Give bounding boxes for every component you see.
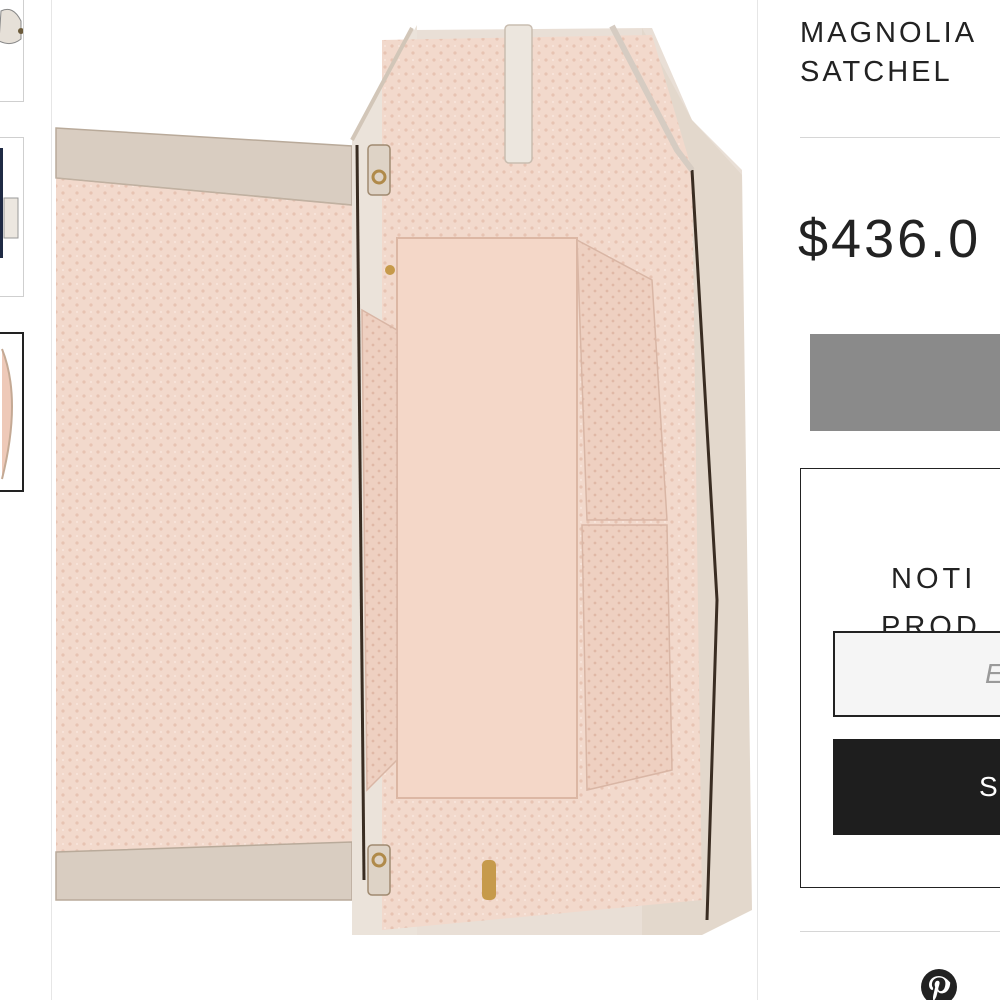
product-title: MAGNOLIA SATCHEL <box>800 17 978 88</box>
satchel-interior-image <box>52 0 757 1000</box>
main-product-image[interactable] <box>52 0 757 1000</box>
thumbnail-3[interactable] <box>0 332 24 492</box>
product-info-panel: MAGNOLIA SATCHEL $436.0 NOTI PROD S <box>758 0 1000 1000</box>
thumbnail-2-image <box>0 138 23 296</box>
thumbnail-2[interactable] <box>0 137 24 297</box>
add-to-cart-button[interactable] <box>810 334 1000 431</box>
divider <box>800 137 1000 138</box>
thumbnail-3-image <box>0 334 22 490</box>
subscribe-button[interactable]: S <box>833 739 1000 835</box>
email-input[interactable] <box>833 631 1000 717</box>
thumbnail-1-image <box>0 0 23 101</box>
thumbnail-strip <box>0 0 30 1000</box>
divider <box>800 931 1000 932</box>
pinterest-icon[interactable] <box>920 968 958 1000</box>
product-price: $436.0 <box>798 209 982 269</box>
notify-heading-line1: NOTI <box>891 563 977 595</box>
notify-me-box: NOTI PROD S <box>800 468 1000 888</box>
thumbnail-1[interactable] <box>0 0 24 102</box>
